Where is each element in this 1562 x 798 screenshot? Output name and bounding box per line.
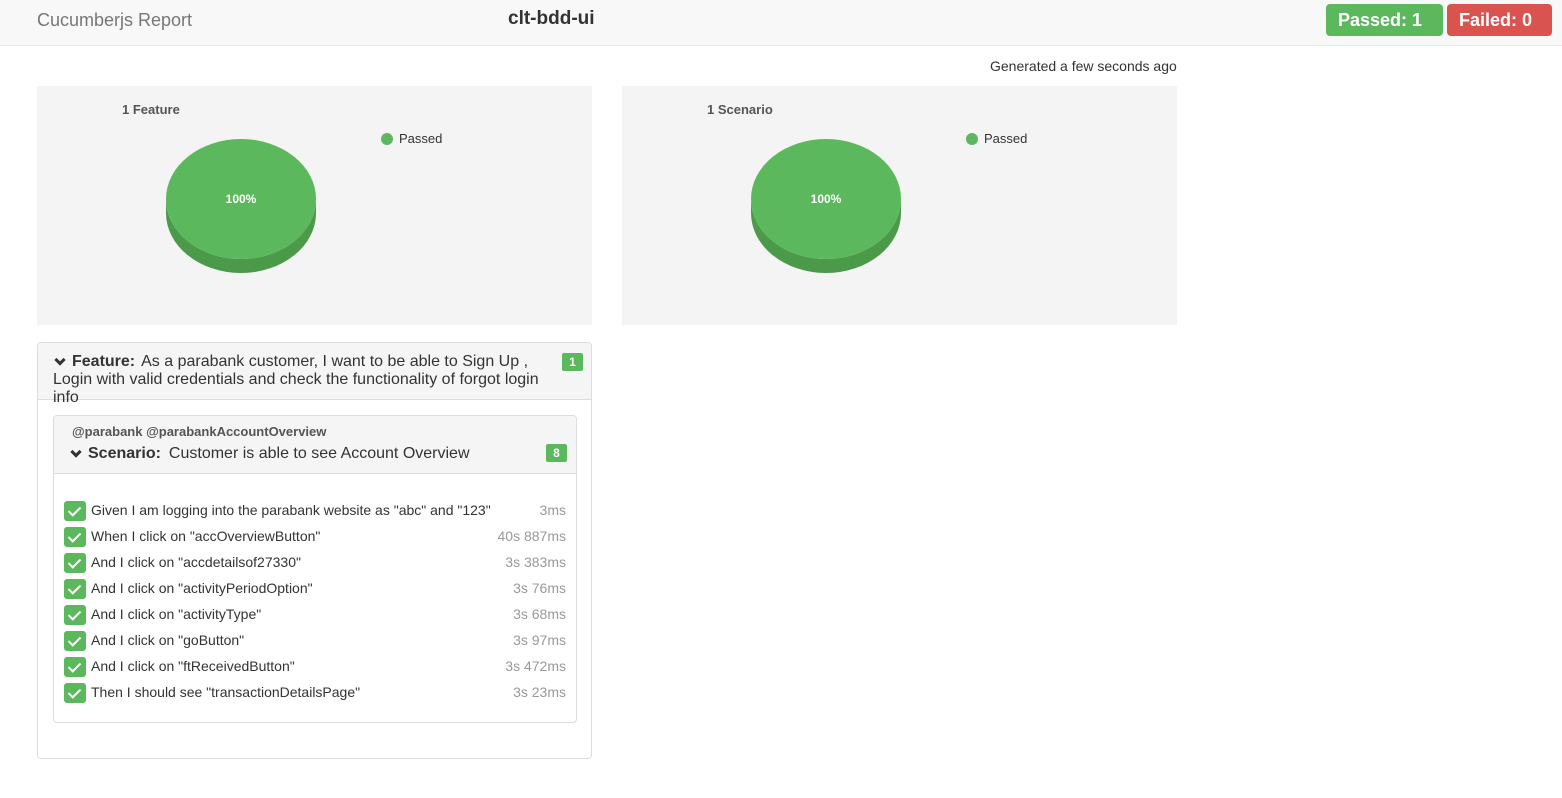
check-icon bbox=[64, 501, 86, 521]
pie-percent-label: 100% bbox=[226, 192, 257, 206]
feature-heading[interactable]: Feature: As a parabank customer, I want t… bbox=[38, 343, 591, 406]
scenario-panel: @parabank @parabankAccountOverview Scena… bbox=[53, 415, 577, 723]
passed-count-badge: Passed: 1 bbox=[1326, 4, 1443, 36]
scenario-title: Scenario: Customer is able to see Account… bbox=[69, 445, 470, 463]
brand-title[interactable]: Cucumberjs Report bbox=[37, 10, 192, 31]
feature-name-line2: Login with valid credentials and check t… bbox=[53, 371, 539, 406]
scenario-name: Customer is able to see Account Overview bbox=[168, 445, 470, 462]
feature-panel: Feature: As a parabank customer, I want t… bbox=[37, 342, 592, 759]
pie-percent-label: 100% bbox=[811, 192, 842, 206]
step-duration: 3s 472ms bbox=[505, 658, 566, 674]
check-icon bbox=[64, 579, 86, 599]
scenario-keyword: Scenario: bbox=[88, 445, 161, 462]
step-row: And I click on "ftReceivedButton" 3s 472… bbox=[64, 656, 566, 682]
check-icon bbox=[64, 657, 86, 677]
features-pie-chart: 100% bbox=[166, 139, 316, 273]
check-icon bbox=[64, 631, 86, 651]
step-row: When I click on "accOverviewButton" 40s … bbox=[64, 526, 566, 552]
step-list: Given I am logging into the parabank web… bbox=[64, 500, 566, 708]
step-duration: 3s 23ms bbox=[513, 684, 566, 700]
legend-label: Passed bbox=[399, 131, 443, 146]
scenarios-pie-chart: 100% bbox=[751, 139, 901, 273]
project-name: clt-bdd-ui bbox=[508, 8, 595, 29]
check-icon bbox=[64, 527, 86, 547]
step-row: And I click on "goButton" 3s 97ms bbox=[64, 630, 566, 656]
legend-passed-dot bbox=[381, 132, 393, 145]
step-text: And I click on "goButton" bbox=[91, 632, 245, 648]
step-text: And I click on "activityPeriodOption" bbox=[91, 580, 313, 596]
step-duration: 3s 97ms bbox=[513, 632, 566, 648]
features-chart-panel: 100% 1 Feature Passed bbox=[37, 86, 592, 325]
step-text: And I click on "ftReceivedButton" bbox=[91, 658, 295, 674]
step-text: Given I am logging into the parabank web… bbox=[91, 502, 491, 518]
feature-scenario-count-badge: 1 bbox=[562, 353, 583, 371]
feature-name-line1: As a parabank customer, I want to be abl… bbox=[141, 353, 529, 370]
check-icon bbox=[64, 605, 86, 625]
feature-title: Feature: As a parabank customer, I want t… bbox=[53, 353, 563, 407]
step-duration: 40s 887ms bbox=[497, 528, 566, 544]
navbar: Cucumberjs Report clt-bdd-ui Passed: 1 F… bbox=[0, 0, 1562, 46]
step-row: And I click on "activityType" 3s 68ms bbox=[64, 604, 566, 630]
failed-count-badge: Failed: 0 bbox=[1447, 4, 1552, 36]
step-row: And I click on "activityPeriodOption" 3s… bbox=[64, 578, 566, 604]
step-text: When I click on "accOverviewButton" bbox=[91, 528, 321, 544]
legend-passed-dot bbox=[966, 132, 978, 145]
generated-timestamp: Generated a few seconds ago bbox=[990, 58, 1177, 74]
check-icon bbox=[64, 683, 86, 703]
scenarios-chart-panel: 100% 1 Scenario Passed bbox=[622, 86, 1177, 325]
chevron-down-icon[interactable] bbox=[54, 354, 66, 366]
step-row: Then I should see "transactionDetailsPag… bbox=[64, 682, 566, 708]
step-text: And I click on "activityType" bbox=[91, 606, 262, 622]
chevron-down-icon[interactable] bbox=[70, 446, 82, 458]
step-duration: 3s 383ms bbox=[505, 554, 566, 570]
step-duration: 3s 76ms bbox=[513, 580, 566, 596]
chart-title: 1 Scenario bbox=[707, 102, 773, 117]
chart-legend[interactable]: Passed bbox=[966, 131, 1027, 146]
step-duration: 3s 68ms bbox=[513, 606, 566, 622]
step-text: Then I should see "transactionDetailsPag… bbox=[91, 684, 361, 700]
scenario-tags: @parabank @parabankAccountOverview bbox=[72, 424, 327, 439]
check-icon bbox=[64, 553, 86, 573]
step-row: And I click on "accdetailsof27330" 3s 38… bbox=[64, 552, 566, 578]
step-text: And I click on "accdetailsof27330" bbox=[91, 554, 301, 570]
step-duration: 3ms bbox=[539, 502, 566, 518]
scenario-step-count-badge: 8 bbox=[546, 444, 567, 462]
chart-title: 1 Feature bbox=[122, 102, 180, 117]
feature-keyword: Feature: bbox=[72, 353, 136, 370]
scenario-heading[interactable]: @parabank @parabankAccountOverview Scena… bbox=[54, 416, 576, 474]
chart-legend[interactable]: Passed bbox=[381, 131, 442, 146]
step-row: Given I am logging into the parabank web… bbox=[64, 500, 566, 526]
legend-label: Passed bbox=[984, 131, 1028, 146]
